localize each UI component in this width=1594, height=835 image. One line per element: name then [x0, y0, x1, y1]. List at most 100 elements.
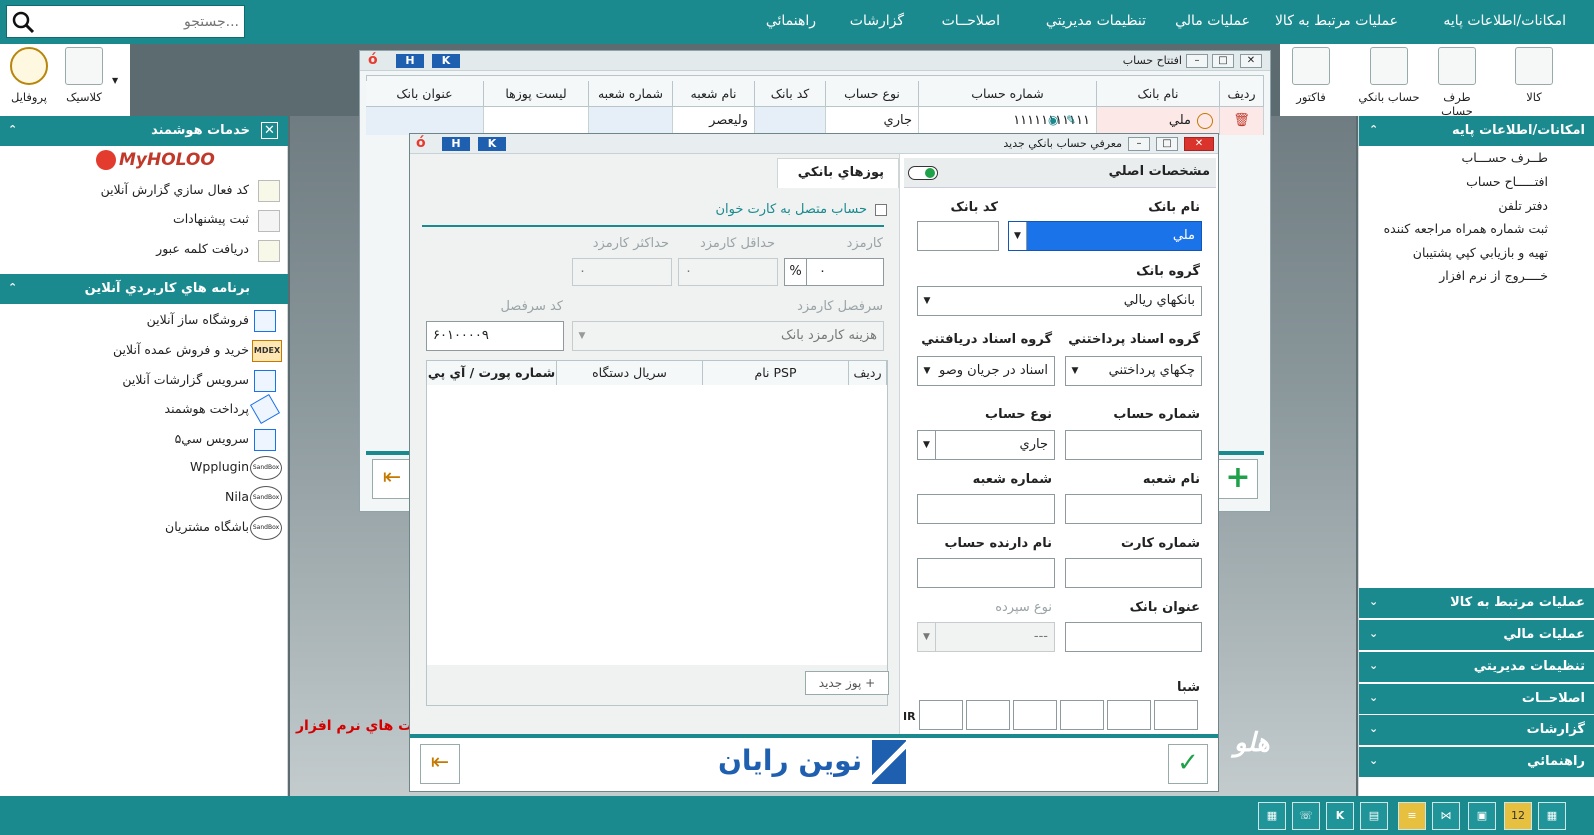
- right-panel-header[interactable]: ⌃ امکانات/اطلاعات پايه: [1359, 116, 1594, 146]
- sheba-part[interactable]: [1060, 700, 1104, 730]
- maximize-icon[interactable]: □: [1156, 137, 1178, 151]
- minimize-icon[interactable]: –: [1128, 137, 1150, 151]
- section-financial[interactable]: ⌄ عمليات مالي: [1359, 620, 1594, 650]
- edit-icon[interactable]: ✎: [1066, 113, 1076, 127]
- toggle-switch[interactable]: [908, 166, 938, 180]
- section-management[interactable]: ⌄ تنظيمات مديريتي: [1359, 652, 1594, 682]
- menu-goods-ops[interactable]: عمليات مرتبط به کالا: [1275, 13, 1398, 29]
- toolbar-bank-button[interactable]: حساب بانکي: [1354, 47, 1424, 104]
- section-corrections[interactable]: ⌄ اصلاحــات: [1359, 684, 1594, 714]
- delete-row-icon[interactable]: 🗑: [1220, 107, 1264, 135]
- smart-item-password[interactable]: دريافت کلمه عبور: [156, 241, 249, 256]
- k-button[interactable]: K: [478, 137, 506, 151]
- add-icon[interactable]: +: [1218, 459, 1258, 499]
- sheba-part[interactable]: [1154, 700, 1198, 730]
- app-c5[interactable]: سرويس سي۵: [175, 431, 249, 446]
- section-goods[interactable]: ⌄ عمليات مرتبط به کالا: [1359, 588, 1594, 618]
- app-online-store[interactable]: فروشگاه ساز آنلاين: [147, 312, 249, 327]
- sheba-part[interactable]: [1013, 700, 1057, 730]
- h-button[interactable]: H: [396, 54, 424, 68]
- app-wpplugin[interactable]: Wpplugin: [190, 459, 249, 474]
- section-help[interactable]: ⌄ راهنمائي: [1359, 747, 1594, 777]
- share-icon[interactable]: ⋈: [1432, 802, 1460, 830]
- new-pos-button[interactable]: پوز جديد +: [805, 671, 889, 695]
- app-online-reports[interactable]: سرويس گزارشات آنلاين: [122, 372, 249, 387]
- apps-grid-icon[interactable]: ▦: [1538, 802, 1566, 830]
- toolbar-invoice-button[interactable]: فاکتور: [1282, 47, 1340, 104]
- max-fee-input[interactable]: ۰: [572, 258, 672, 286]
- bank-group-select[interactable]: ▼ بانکهاي ريالي: [917, 286, 1202, 316]
- card-reader-checkbox[interactable]: حساب متصل به کارت خوان: [715, 202, 887, 217]
- minimize-icon[interactable]: –: [1186, 54, 1208, 68]
- deposit-type-select[interactable]: ▼ ---: [917, 622, 1055, 652]
- h-button[interactable]: H: [442, 137, 470, 151]
- calculator-icon[interactable]: ▤: [1360, 802, 1388, 830]
- checkbox-icon[interactable]: [875, 203, 887, 216]
- cell-branch-name[interactable]: وليعصر: [673, 107, 755, 135]
- bank-name-select[interactable]: ▼ ملي: [1008, 221, 1202, 251]
- fee-header-select[interactable]: ▼ هزينه کارمزد بانک: [572, 321, 884, 351]
- account-type-select[interactable]: ▼ جاري: [917, 430, 1055, 460]
- close-icon[interactable]: ✕: [261, 122, 278, 139]
- profile-button[interactable]: پروفايل: [0, 47, 58, 104]
- menu-management[interactable]: تنظيمات مديريتي: [1046, 13, 1146, 29]
- app-wholesale[interactable]: خريد و فروش عمده آنلاين: [113, 342, 249, 357]
- branch-no-input[interactable]: [917, 494, 1055, 524]
- exit-door-icon[interactable]: ⇤: [420, 744, 460, 784]
- search-input[interactable]: [39, 11, 239, 33]
- card-no-input[interactable]: [1065, 558, 1202, 588]
- menu-base-info[interactable]: امکانات/اطلاعات پايه: [1443, 13, 1566, 29]
- collapse-icon[interactable]: ⌃: [1369, 123, 1378, 136]
- smart-services-header[interactable]: ⌃ خدمات هوشمند ✕: [0, 116, 288, 146]
- recv-group-select[interactable]: ▼ اسناد در جريان وصو: [917, 356, 1055, 386]
- app-customer-club[interactable]: باشگاه مشتريان: [165, 519, 249, 534]
- right-item-party[interactable]: طــرف حســـاب: [1461, 150, 1548, 165]
- right-item-phonebook[interactable]: دفتر تلفن: [1498, 198, 1548, 213]
- cell-account-type[interactable]: جاري: [826, 107, 919, 135]
- notes-icon[interactable]: ≡: [1398, 802, 1426, 830]
- account-no-input[interactable]: [1065, 430, 1202, 460]
- pay-group-select[interactable]: ▼ چکهاي پرداختني: [1065, 356, 1202, 386]
- eye-icon[interactable]: ◉: [1048, 113, 1058, 127]
- toolbar-party-button[interactable]: طرف حساب: [1428, 47, 1486, 118]
- app-smart-payment[interactable]: پرداخت هوشمند: [165, 401, 249, 416]
- right-item-backup[interactable]: تهيه و بازيابي کپي پشتيبان: [1413, 245, 1548, 260]
- menu-reports[interactable]: گزارشات: [850, 13, 904, 29]
- smart-item-suggestions[interactable]: ثبت پيشنهادات: [173, 211, 249, 226]
- online-apps-header[interactable]: ⌃ برنامه هاي کاربردي آنلاين: [0, 274, 288, 304]
- sheba-part[interactable]: [1107, 700, 1151, 730]
- search-box[interactable]: [6, 5, 245, 38]
- cell-bank-name[interactable]: ملي: [1097, 107, 1220, 135]
- sheba-part[interactable]: [966, 700, 1010, 730]
- k-button[interactable]: K: [432, 54, 460, 68]
- exit-door-icon[interactable]: ⇤: [372, 459, 412, 499]
- app-nila[interactable]: Nila: [225, 489, 249, 504]
- k-icon[interactable]: K: [1326, 802, 1354, 830]
- cell-bank-code[interactable]: [755, 107, 826, 135]
- menu-help[interactable]: راهنمائي: [766, 13, 816, 29]
- pos-tab[interactable]: پوزهاي بانکي: [777, 158, 899, 188]
- calendar-icon[interactable]: ▦: [1258, 802, 1286, 830]
- cell-bank-title[interactable]: [366, 107, 484, 135]
- bank-code-input[interactable]: [917, 221, 999, 251]
- sheba-part[interactable]: [919, 700, 963, 730]
- min-fee-input[interactable]: ۰: [678, 258, 778, 286]
- menu-financial-ops[interactable]: عمليات مالي: [1175, 13, 1250, 29]
- toolbar-goods-button[interactable]: کالا: [1505, 47, 1563, 104]
- confirm-check-icon[interactable]: ✓: [1168, 744, 1208, 784]
- maximize-icon[interactable]: □: [1212, 54, 1234, 68]
- bank-title-input[interactable]: [1065, 622, 1202, 652]
- search-icon[interactable]: [11, 10, 35, 34]
- right-item-exit[interactable]: خــــروج از نرم افزار: [1439, 268, 1548, 283]
- smart-item-activation[interactable]: کد فعال سازي گزارش آنلاين: [101, 182, 249, 197]
- cell-branch-no[interactable]: [589, 107, 673, 135]
- fee-input[interactable]: % ۰: [784, 258, 884, 286]
- gallery-icon[interactable]: ▣: [1468, 802, 1496, 830]
- holder-input[interactable]: [917, 558, 1055, 588]
- collapse-icon[interactable]: ⌃: [8, 281, 17, 294]
- branch-name-input[interactable]: [1065, 494, 1202, 524]
- chevron-down-icon[interactable]: ▼: [112, 76, 118, 85]
- menu-corrections[interactable]: اصلاحــات: [942, 13, 1000, 29]
- header-code-input[interactable]: ۶۰۱۰۰۰۰۹: [426, 321, 564, 351]
- collapse-icon[interactable]: ⌃: [8, 123, 17, 136]
